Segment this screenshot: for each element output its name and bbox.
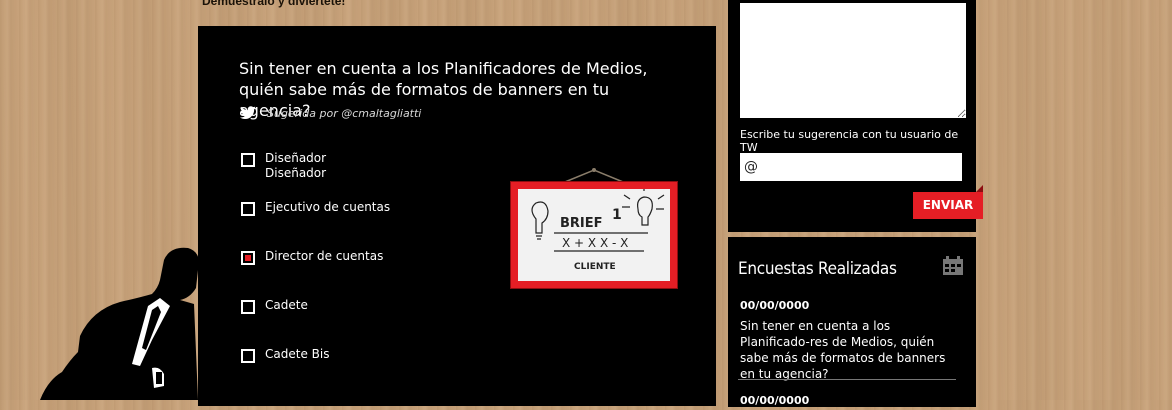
option-label: Diseñador bbox=[265, 151, 327, 165]
option-checkbox-checked[interactable] bbox=[241, 251, 255, 265]
poll-option-cadete-bis[interactable]: Cadete Bis bbox=[241, 347, 329, 363]
option-label: Ejecutivo de cuentas bbox=[265, 200, 391, 214]
option-sub-label: Diseñador bbox=[265, 166, 327, 180]
poll-panel: Sin tener en cuenta a los Planificadores… bbox=[198, 26, 716, 406]
twitter-bird-icon bbox=[240, 106, 256, 120]
option-label: Cadete Bis bbox=[265, 347, 330, 361]
man-silhouette-illustration bbox=[40, 247, 199, 400]
send-button[interactable]: ENVIAR bbox=[913, 185, 983, 219]
poll-option-director[interactable]: Director de cuentas bbox=[241, 249, 383, 265]
suggestion-textarea[interactable] bbox=[740, 3, 966, 118]
whiteboard-number: 1 bbox=[612, 207, 622, 223]
survey-divider bbox=[738, 379, 956, 380]
poll-option-ejecutivo[interactable]: Ejecutivo de cuentas bbox=[241, 200, 390, 216]
option-checkbox[interactable] bbox=[241, 202, 255, 216]
survey-link[interactable]: Sin tener en cuenta a los Planificado-re… bbox=[740, 318, 960, 382]
option-checkbox[interactable] bbox=[241, 153, 255, 167]
surveys-panel: Encuestas Realizadas 00/00/0000 Sin tene… bbox=[728, 237, 976, 407]
survey-date: 00/00/0000 bbox=[740, 394, 810, 407]
option-label: Director de cuentas bbox=[265, 249, 384, 263]
poll-option-cadete[interactable]: Cadete bbox=[241, 298, 308, 314]
option-label: Cadete bbox=[265, 298, 308, 312]
survey-date: 00/00/0000 bbox=[740, 299, 810, 312]
tw-label: Escribe tu sugerencia con tu usuario de … bbox=[740, 128, 959, 154]
whiteboard-word-brief: BRIEF bbox=[560, 216, 603, 231]
whiteboard-word-cliente: CLIENTE bbox=[574, 262, 616, 272]
suggested-by: Sugerida por @cmaltagliatti bbox=[239, 106, 421, 120]
tagline: Demuéstralo y diviértete! bbox=[202, 0, 346, 8]
poll-option-disenador[interactable]: Diseñador Diseñador bbox=[241, 151, 326, 181]
suggested-by-label: Sugerida por @cmaltagliatti bbox=[267, 106, 422, 120]
calendar-icon[interactable] bbox=[942, 256, 964, 276]
option-checkbox[interactable] bbox=[241, 349, 255, 363]
whiteboard-illustration: BRIEF 1 X + X X - X CLIENTE bbox=[518, 187, 670, 281]
whiteboard-formula: X + X X - X bbox=[562, 236, 628, 250]
twitter-user-input[interactable] bbox=[740, 153, 962, 181]
surveys-title: Encuestas Realizadas bbox=[738, 259, 897, 279]
whiteboard-frame: BRIEF 1 X + X X - X CLIENTE bbox=[510, 181, 678, 289]
option-checkbox[interactable] bbox=[241, 300, 255, 314]
